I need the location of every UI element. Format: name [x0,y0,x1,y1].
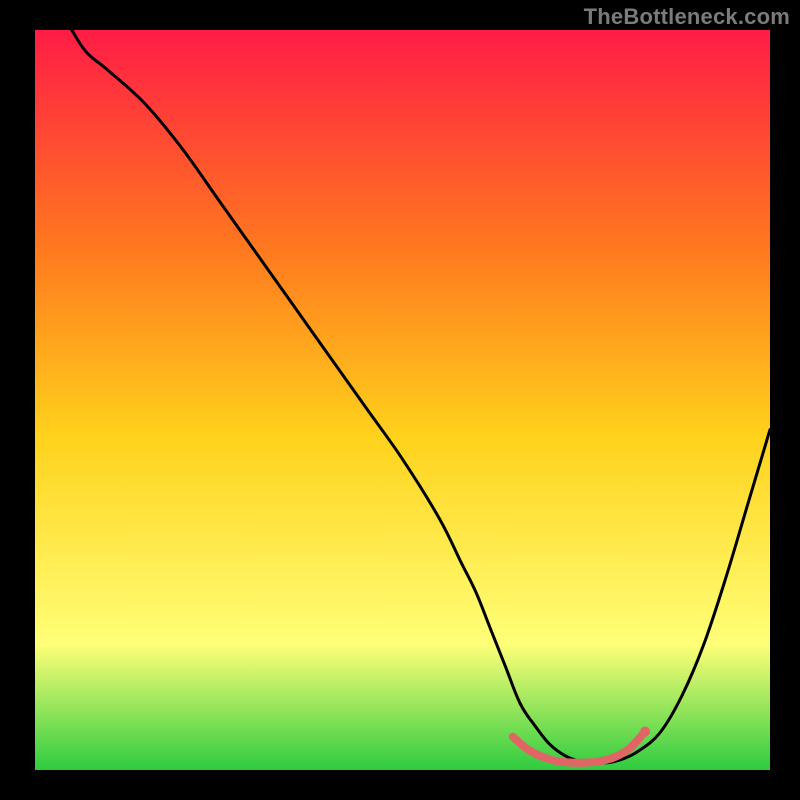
chart-stage: TheBottleneck.com [0,0,800,800]
watermark-label: TheBottleneck.com [584,4,790,30]
marker-end-dot [640,727,650,737]
bottleneck-chart [0,0,800,800]
plot-background [35,30,770,770]
